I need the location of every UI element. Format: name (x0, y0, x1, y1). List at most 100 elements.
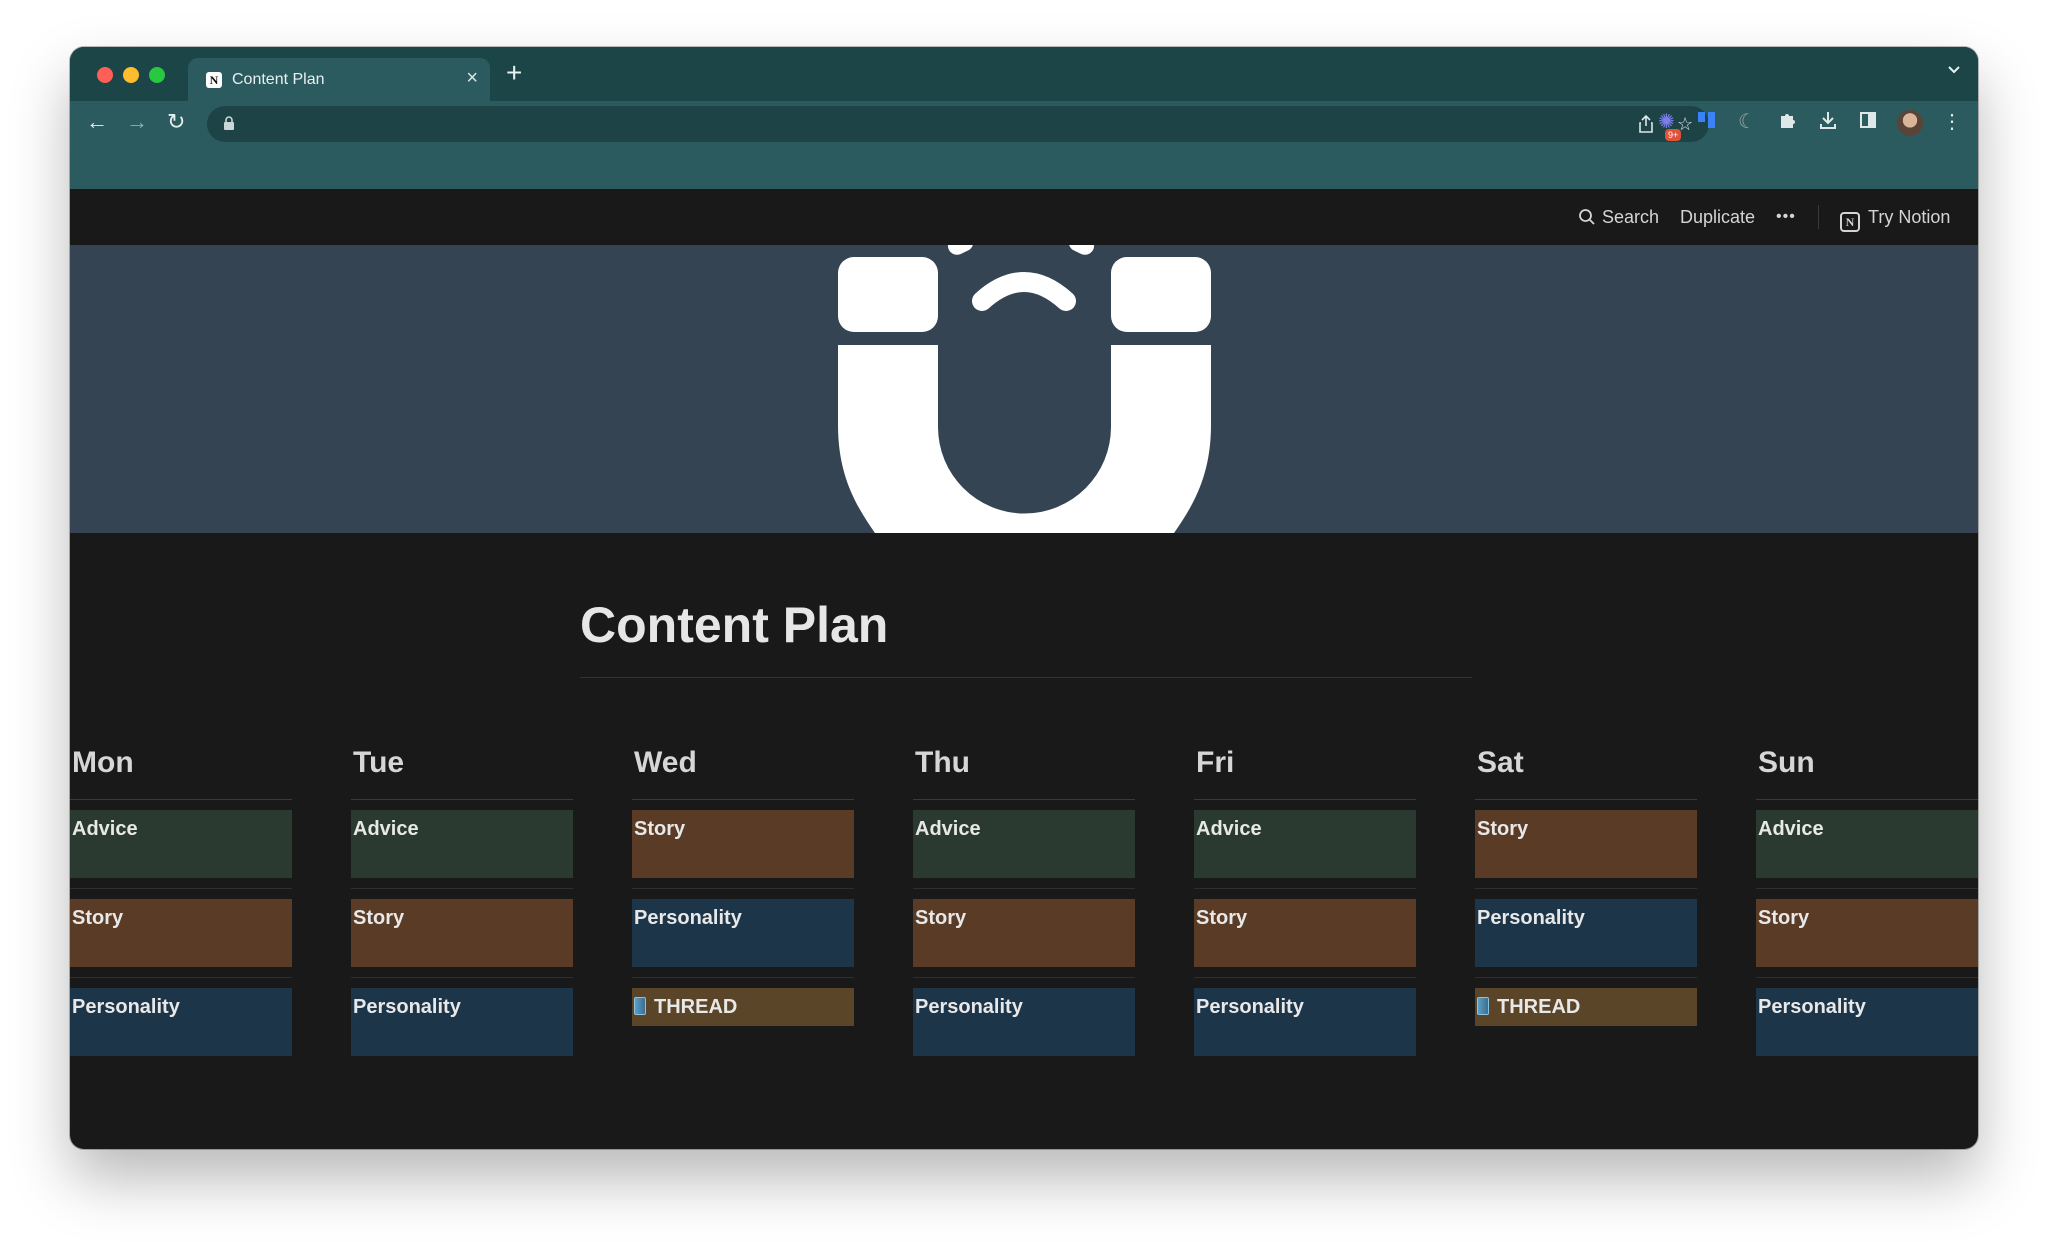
browser-tab[interactable]: N Content Plan × (188, 58, 490, 101)
page-title[interactable]: Content Plan (580, 595, 888, 655)
content-card-personality[interactable]: Personality (1756, 988, 1978, 1056)
day-divider (1194, 799, 1416, 800)
search-button[interactable]: Search (1578, 207, 1659, 230)
card-label: Personality (1477, 907, 1585, 929)
title-divider (580, 677, 1472, 678)
search-label: Search (1602, 207, 1660, 227)
extensions-puzzle-icon[interactable] (1778, 110, 1798, 136)
day-heading: Thu (915, 746, 970, 779)
card-label: Story (1758, 907, 1810, 929)
download-icon[interactable] (1818, 110, 1838, 136)
card-label: Story (1196, 907, 1248, 929)
card-label: Story (353, 907, 405, 929)
content-card-story[interactable]: Story (1475, 810, 1697, 878)
content-card-story[interactable]: Story (1756, 899, 1978, 967)
content-card-story[interactable]: Story (70, 899, 292, 967)
day-heading: Tue (353, 746, 405, 779)
day-divider (632, 799, 854, 800)
try-notion-button[interactable]: N Try Notion (1840, 207, 1950, 232)
card-label: Personality (72, 996, 180, 1018)
tab-search-dropdown-icon[interactable] (1946, 63, 1962, 81)
content-card-story[interactable]: Story (632, 810, 854, 878)
content-card-advice[interactable]: Advice (913, 810, 1135, 878)
day-heading: Wed (634, 746, 697, 779)
content-card-advice[interactable]: Advice (1194, 810, 1416, 878)
day-column-sat: Sat Story Personality THREAD (1475, 745, 1697, 1026)
close-window-button[interactable] (97, 67, 113, 83)
content-card-advice[interactable]: Advice (1756, 810, 1978, 878)
search-icon (1578, 208, 1596, 230)
card-divider (632, 888, 854, 889)
content-card-story[interactable]: Story (351, 899, 573, 967)
reload-icon[interactable]: ↻ (167, 109, 185, 135)
browser-menu-icon[interactable]: ⋮ (1942, 110, 1962, 134)
card-label: Advice (1758, 818, 1824, 840)
browser-toolbar: ← → ↻ ☆ ✺ 9+ ☾ ⋮ (70, 101, 1978, 147)
notion-topbar: Search Duplicate ••• N Try Notion (70, 189, 1978, 245)
browser-window: N Content Plan × + ← → ↻ ☆ ✺ 9+ ☾ ⋮ Sear… (70, 47, 1978, 1149)
extension-moon-icon[interactable]: ☾ (1738, 110, 1756, 134)
content-card-story[interactable]: Story (913, 899, 1135, 967)
card-label: Story (915, 907, 967, 929)
card-label: THREAD (1497, 996, 1581, 1018)
card-label: THREAD (654, 996, 738, 1018)
day-column-fri: Fri Advice Story Personality (1194, 745, 1416, 1056)
page-cover (70, 245, 1978, 533)
day-column-thu: Thu Advice Story Personality (913, 745, 1135, 1056)
tab-close-button[interactable]: × (466, 68, 478, 88)
notion-logo-icon: N (1840, 212, 1860, 232)
card-divider (913, 888, 1135, 889)
card-divider (1194, 977, 1416, 978)
day-heading: Mon (72, 746, 134, 779)
magnet-illustration-icon (838, 245, 1211, 533)
card-label: Advice (915, 818, 981, 840)
extension-trello-icon[interactable] (1697, 110, 1717, 136)
card-label: Personality (915, 996, 1023, 1018)
content-card-advice[interactable]: Advice (351, 810, 573, 878)
card-label: Personality (1758, 996, 1866, 1018)
new-tab-button[interactable]: + (506, 59, 522, 87)
card-label: Advice (72, 818, 138, 840)
content-card-advice[interactable]: Advice (70, 810, 292, 878)
back-icon[interactable]: ← (86, 109, 108, 135)
day-heading: Fri (1196, 746, 1235, 779)
card-divider (70, 977, 292, 978)
lock-icon[interactable] (223, 116, 235, 133)
day-column-sun: Sun Advice Story Personality (1756, 745, 1978, 1056)
more-options-button[interactable]: ••• (1776, 207, 1796, 227)
minimize-window-button[interactable] (123, 67, 139, 83)
profile-avatar[interactable] (1897, 110, 1923, 136)
content-card-personality[interactable]: Personality (913, 988, 1135, 1056)
topbar-divider (1818, 205, 1819, 229)
card-label: Personality (353, 996, 461, 1018)
address-bar[interactable]: ☆ (207, 106, 1709, 142)
side-panel-icon[interactable] (1858, 110, 1878, 136)
tab-bar: N Content Plan × + (70, 47, 1978, 101)
content-card-thread[interactable]: THREAD (632, 988, 854, 1026)
content-card-personality[interactable]: Personality (632, 899, 854, 967)
maximize-window-button[interactable] (149, 67, 165, 83)
day-column-tue: Tue Advice Story Personality (351, 745, 573, 1056)
content-card-personality[interactable]: Personality (1475, 899, 1697, 967)
card-divider (1756, 977, 1978, 978)
share-icon[interactable] (1637, 114, 1655, 139)
notion-favicon-icon: N (206, 72, 222, 88)
card-divider (1475, 977, 1697, 978)
bookmarks-bar (70, 147, 1978, 190)
card-label: Story (634, 818, 686, 840)
day-heading: Sun (1758, 746, 1815, 779)
content-card-story[interactable]: Story (1194, 899, 1416, 967)
day-column-mon: Mon Advice Story Personality (70, 745, 292, 1056)
card-divider (70, 888, 292, 889)
day-heading: Sat (1477, 746, 1524, 779)
forward-icon[interactable]: → (126, 109, 148, 135)
card-label: Personality (634, 907, 742, 929)
day-divider (913, 799, 1135, 800)
duplicate-button[interactable]: Duplicate (1680, 207, 1755, 227)
card-divider (1475, 888, 1697, 889)
day-divider (1756, 799, 1978, 800)
content-card-personality[interactable]: Personality (351, 988, 573, 1056)
content-card-personality[interactable]: Personality (70, 988, 292, 1056)
content-card-thread[interactable]: THREAD (1475, 988, 1697, 1026)
content-card-personality[interactable]: Personality (1194, 988, 1416, 1056)
